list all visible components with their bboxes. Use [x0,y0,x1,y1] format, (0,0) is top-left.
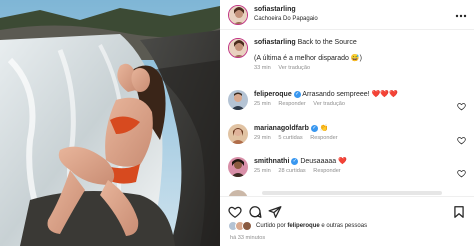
liked-by-avatars[interactable] [228,221,256,231]
commenter-avatar[interactable] [228,90,248,110]
comment-time: 25 min [254,101,271,107]
liked-by-text[interactable]: Curtido por feliperoque e outras pessoas [256,223,367,229]
author-username[interactable]: sofiastarling [254,6,296,13]
caption-username[interactable]: sofiastarling [254,39,296,46]
author-avatar[interactable] [228,5,248,25]
comment-like-heart-icon[interactable] [457,165,466,178]
comment-like-heart-icon[interactable] [457,98,466,111]
liked-by-username[interactable]: feliperoque [287,223,319,229]
caption-translate-link[interactable]: Ver tradução [278,65,310,71]
commenter-avatar[interactable] [228,124,248,144]
comment-time: 29 min [254,135,271,141]
caption-text-second-line: (A última é a melhor disparado 😅) [254,55,362,62]
comment-username[interactable]: feliperoque [254,91,292,98]
heart-icon[interactable] [228,205,242,219]
comment-icon[interactable] [248,205,262,219]
post-header: sofiastarling Cachoeira Do Papagaio [220,0,474,30]
comment-likes[interactable]: 5 curtidas [278,135,302,141]
caption-avatar[interactable] [228,38,248,58]
comment-reply-button[interactable]: Responder [278,101,305,107]
comment-username[interactable]: marianagoldfarb [254,125,309,132]
post-timestamp[interactable]: há 33 minutos [230,235,265,241]
post-location[interactable]: Cachoeira Do Papagaio [254,16,318,22]
comment-username[interactable]: smithnathi [254,158,289,165]
comment-time: 25 min [254,168,271,174]
post-photo[interactable] [0,0,220,246]
comment-reply-button[interactable]: Responder [310,135,337,141]
comment-text: Deusaaaaa ❤️ [300,158,347,165]
waterfall-photo [0,0,220,246]
bookmark-icon[interactable] [452,205,466,219]
caption-text: Back to the Source [297,39,357,46]
commenter-avatar[interactable] [228,157,248,177]
comment-likes[interactable]: 28 curtidas [278,168,305,174]
share-icon[interactable] [268,205,282,219]
comment-like-heart-icon[interactable] [457,132,466,145]
comment-text: 👏 [319,125,329,132]
verified-badge-icon: ✓ [293,90,301,98]
liked-avatar [242,221,252,231]
post-actions-bar: Curtido por feliperoque e outras pessoas… [220,196,474,246]
next-comment-partial [262,191,442,195]
liked-by-prefix: Curtido por [256,223,288,229]
comment-translate-link[interactable]: Ver tradução [313,101,345,107]
comment-reply-button[interactable]: Responder [313,168,340,174]
more-options-icon[interactable] [454,8,468,18]
caption-time: 33 min [254,65,271,71]
verified-badge-icon: ✓ [310,124,318,132]
liked-by-suffix: e outras pessoas [319,223,368,229]
post-details-panel: sofiastarling Cachoeira Do Papagaio sofi… [220,0,474,246]
comment-text: Arrasando sempreee! ❤️❤️❤️ [302,91,398,98]
verified-badge-icon: ✓ [291,157,299,165]
